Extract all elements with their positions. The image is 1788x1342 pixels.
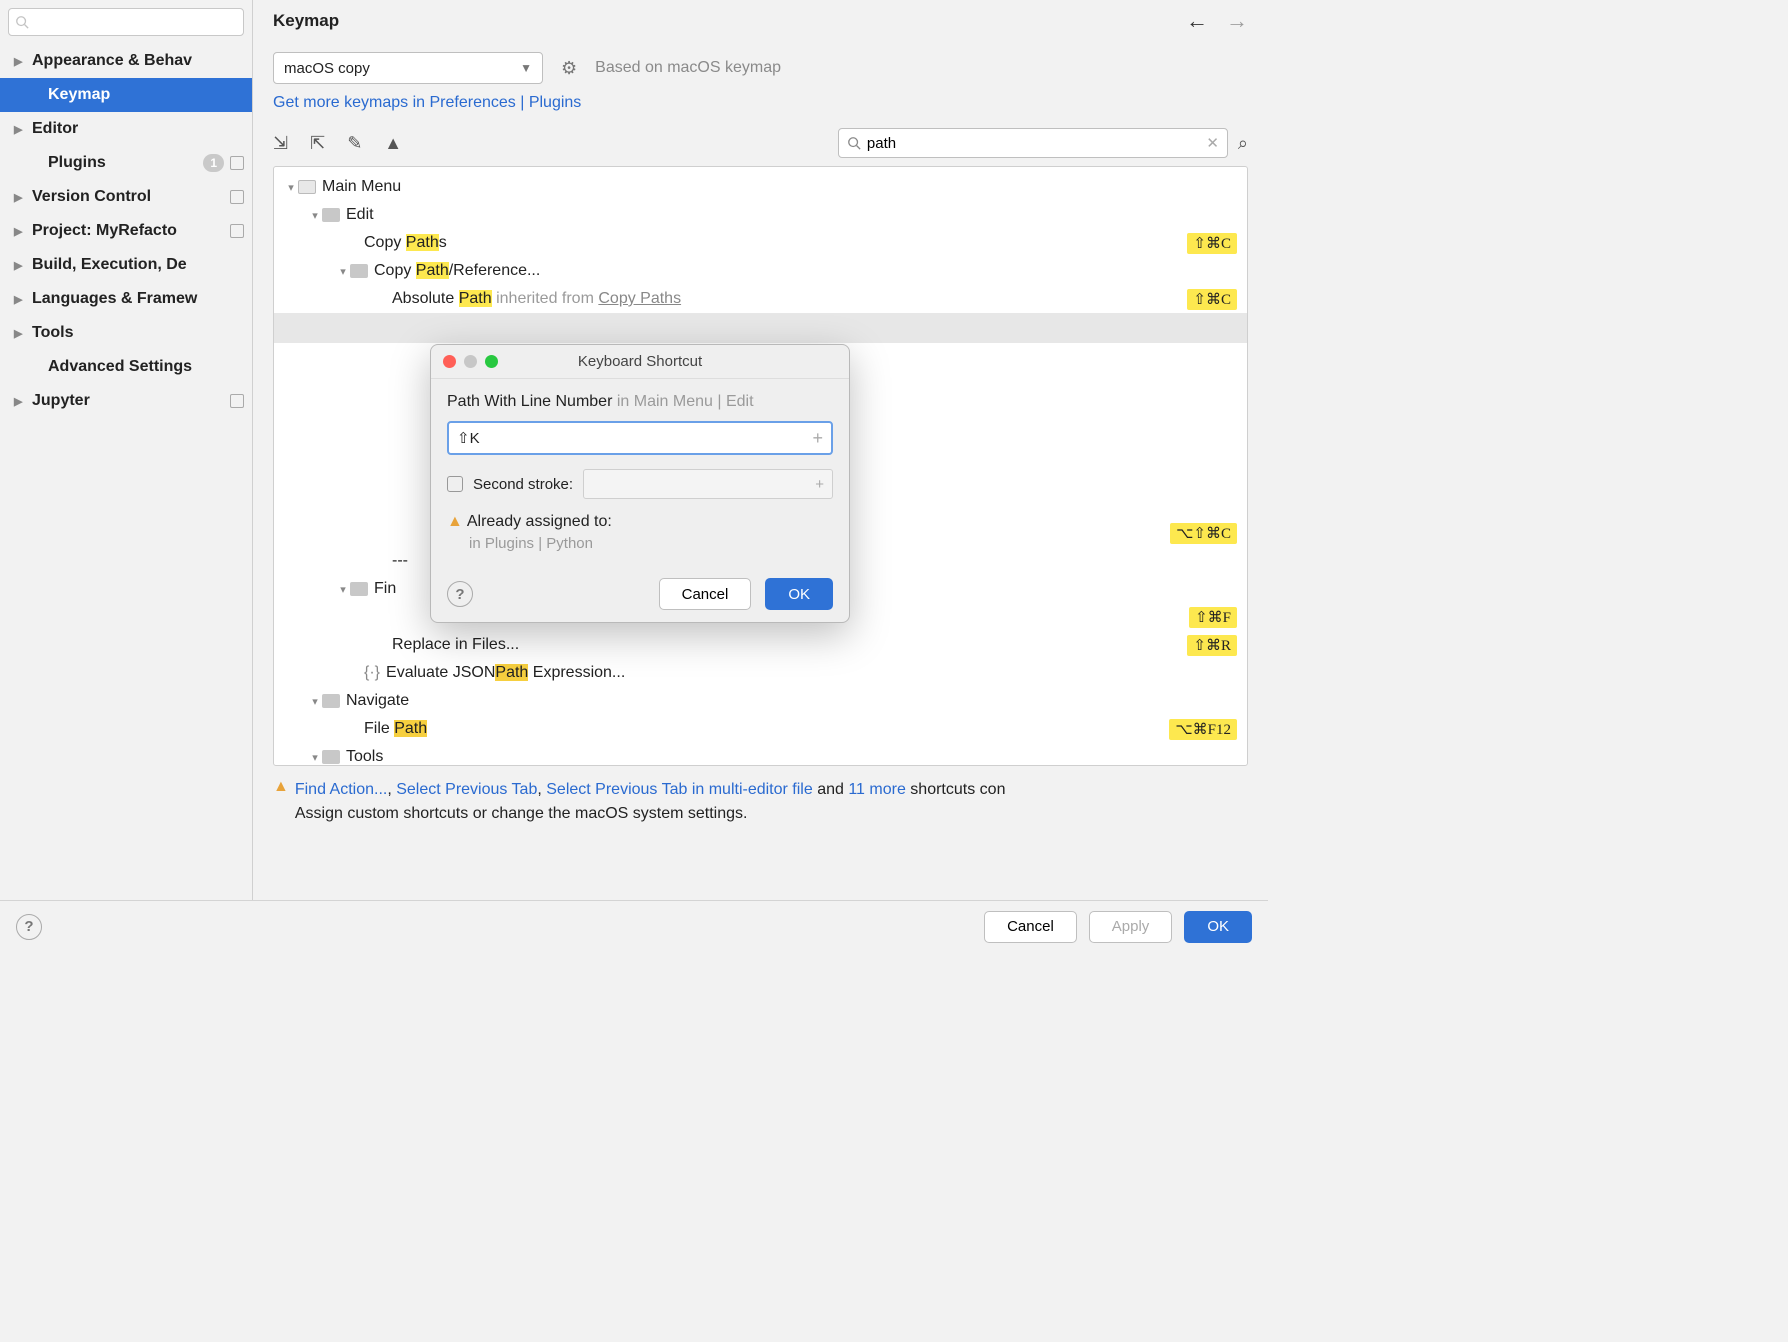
tree-node-main-menu[interactable]: ▾Main Menu: [274, 173, 1247, 201]
nav-keymap[interactable]: Keymap: [0, 78, 252, 112]
nav-jupyter[interactable]: ▶Jupyter: [0, 384, 252, 418]
tree-toolbar: ⇲ ⇱ ✎ ▲ ✕ ⌕: [253, 116, 1268, 166]
project-icon: [230, 156, 244, 170]
sidebar-search[interactable]: [8, 8, 244, 36]
menu-icon: [298, 180, 316, 194]
find-by-shortcut-icon[interactable]: ⌕: [1238, 133, 1248, 154]
link-find-action[interactable]: Find Action...: [295, 781, 388, 798]
keymap-select[interactable]: macOS copy ▼: [273, 52, 543, 84]
action-search[interactable]: ✕: [838, 128, 1228, 158]
close-icon[interactable]: [443, 355, 456, 368]
plus-icon: +: [815, 476, 824, 493]
tree-node-copy-path-ref[interactable]: ▾Copy Path/Reference...: [274, 257, 1247, 285]
sidebar-search-input[interactable]: [35, 14, 237, 30]
collapse-all-icon[interactable]: ⇱: [310, 133, 325, 154]
link-select-prev-tab-multi[interactable]: Select Previous Tab in multi-editor file: [546, 781, 813, 798]
dialog-cancel-button[interactable]: Cancel: [659, 578, 752, 610]
nav-appearance[interactable]: ▶Appearance & Behav: [0, 44, 252, 78]
shortcut-badge: ⇧⌘F: [1189, 607, 1237, 628]
search-icon: [15, 15, 29, 29]
shortcut-badge: ⇧⌘C: [1187, 289, 1237, 310]
zoom-icon[interactable]: [485, 355, 498, 368]
warning-line2: Assign custom shortcuts or change the ma…: [295, 802, 1006, 826]
dialog-title: Keyboard Shortcut: [578, 353, 702, 370]
nav-project[interactable]: ▶Project: MyRefacto: [0, 214, 252, 248]
shortcut-badge: ⇧⌘R: [1187, 635, 1237, 656]
folder-icon: [322, 750, 340, 764]
project-icon: [230, 190, 244, 204]
edit-shortcut-icon[interactable]: ✎: [347, 133, 362, 154]
second-stroke-checkbox[interactable]: [447, 476, 463, 492]
warning-icon: ▲: [273, 778, 289, 796]
keyboard-shortcut-dialog: Keyboard Shortcut Path With Line Number …: [430, 344, 850, 623]
tree-leaf-replace-in-files[interactable]: Replace in Files...⇧⌘R: [274, 631, 1247, 659]
already-assigned: ▲Already assigned to:: [447, 513, 833, 531]
apply-button: Apply: [1089, 911, 1173, 943]
minimize-icon: [464, 355, 477, 368]
shortcut-badge: ⇧⌘C: [1187, 233, 1237, 254]
settings-nav: ▶Appearance & Behav Keymap ▶Editor Plugi…: [0, 44, 252, 418]
nav-tools[interactable]: ▶Tools: [0, 316, 252, 350]
settings-sidebar: ▶Appearance & Behav Keymap ▶Editor Plugi…: [0, 0, 253, 952]
assigned-context: in Plugins | Python: [469, 535, 833, 552]
project-icon: [230, 394, 244, 408]
shortcut-value: ⇧K: [457, 429, 480, 447]
plus-icon[interactable]: +: [812, 428, 823, 449]
keymap-controls: macOS copy ▼ ⚙ Based on macOS keymap Get…: [253, 42, 1268, 116]
warning-filter-icon[interactable]: ▲: [384, 133, 402, 154]
warning-icon: ▲: [447, 513, 463, 530]
gear-icon[interactable]: ⚙: [561, 58, 577, 79]
nav-build[interactable]: ▶Build, Execution, De: [0, 248, 252, 282]
second-stroke-label: Second stroke:: [473, 476, 573, 493]
second-stroke-row: Second stroke: +: [447, 469, 833, 499]
second-stroke-input: +: [583, 469, 833, 499]
tree-leaf-copy-paths[interactable]: Copy Paths ⇧⌘C: [274, 229, 1247, 257]
folder-icon: [322, 208, 340, 222]
search-icon: [847, 136, 861, 150]
tree-node-tools[interactable]: ▾Tools: [274, 743, 1247, 766]
back-icon[interactable]: ←: [1186, 8, 1208, 34]
expand-all-icon[interactable]: ⇲: [273, 133, 288, 154]
link-select-prev-tab[interactable]: Select Previous Tab: [396, 781, 537, 798]
warning-line1: Find Action..., Select Previous Tab, Sel…: [295, 778, 1006, 802]
cancel-button[interactable]: Cancel: [984, 911, 1077, 943]
tree-row-selected[interactable]: [274, 313, 1247, 343]
tree-leaf-absolute-path[interactable]: Absolute Path inherited from Copy Paths …: [274, 285, 1247, 313]
dialog-ok-button[interactable]: OK: [765, 578, 833, 610]
folder-icon: [350, 264, 368, 278]
dialog-footer: ? Cancel Apply OK: [0, 900, 1268, 952]
tree-leaf-eval-jsonpath[interactable]: {·}Evaluate JSONPath Expression...: [274, 659, 1247, 687]
folder-icon: [322, 694, 340, 708]
based-on-label: Based on macOS keymap: [595, 59, 781, 77]
nav-vcs[interactable]: ▶Version Control: [0, 180, 252, 214]
action-search-input[interactable]: [867, 135, 1206, 152]
ok-button[interactable]: OK: [1184, 911, 1252, 943]
page-title: Keymap: [273, 11, 339, 31]
forward-icon: →: [1226, 8, 1248, 34]
help-icon[interactable]: ?: [447, 581, 473, 607]
project-icon: [230, 224, 244, 238]
folder-icon: [350, 582, 368, 596]
history-nav: ← →: [1186, 8, 1248, 34]
first-stroke-input[interactable]: ⇧K +: [447, 421, 833, 455]
tree-node-edit[interactable]: ▾Edit: [274, 201, 1247, 229]
clear-icon[interactable]: ✕: [1206, 134, 1219, 152]
tree-leaf-file-path[interactable]: File Path⌥⌘F12: [274, 715, 1247, 743]
dialog-titlebar: Keyboard Shortcut: [431, 345, 849, 379]
nav-editor[interactable]: ▶Editor: [0, 112, 252, 146]
nav-plugins[interactable]: Plugins1: [0, 146, 252, 180]
page-header: Keymap ← →: [253, 0, 1268, 42]
nav-languages[interactable]: ▶Languages & Framew: [0, 282, 252, 316]
get-more-keymaps-link[interactable]: Get more keymaps in Preferences | Plugin…: [273, 94, 581, 112]
shortcut-badge: ⌥⇧⌘C: [1170, 523, 1237, 544]
tree-node-navigate[interactable]: ▾Navigate: [274, 687, 1247, 715]
shortcut-badge: ⌥⌘F12: [1169, 719, 1237, 740]
help-icon[interactable]: ?: [16, 914, 42, 940]
action-path: Path With Line Number in Main Menu | Edi…: [447, 393, 833, 411]
link-more[interactable]: 11 more: [848, 781, 906, 798]
nav-advanced[interactable]: Advanced Settings: [0, 350, 252, 384]
conflict-warning: ▲ Find Action..., Select Previous Tab, S…: [253, 766, 1268, 838]
chevron-down-icon: ▼: [520, 61, 532, 75]
